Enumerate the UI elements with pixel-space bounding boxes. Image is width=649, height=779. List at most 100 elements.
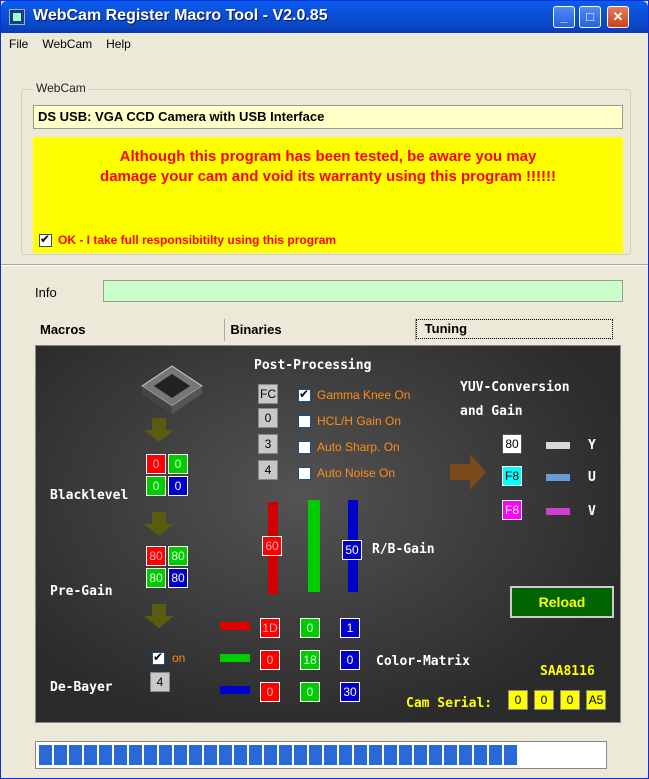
progress-segment bbox=[354, 745, 367, 765]
progress-segment bbox=[114, 745, 127, 765]
blacklevel-b[interactable]: 0 bbox=[168, 476, 188, 496]
tab-macros[interactable]: Macros bbox=[35, 319, 226, 341]
reload-button[interactable]: Reload bbox=[510, 586, 614, 618]
cam-serial-label: Cam Serial: bbox=[406, 696, 493, 711]
progress-segment bbox=[219, 745, 232, 765]
pregain-b[interactable]: 80 bbox=[168, 568, 188, 588]
debayer-on-label: on bbox=[172, 651, 186, 665]
cm-1-2[interactable]: 0 bbox=[340, 650, 360, 670]
arrow-down-icon bbox=[144, 512, 174, 536]
cm-2-2[interactable]: 30 bbox=[340, 682, 360, 702]
minimize-button[interactable]: _ bbox=[553, 6, 575, 28]
warning-panel: Although this program has been tested, b… bbox=[33, 137, 623, 253]
green-gain-slider[interactable] bbox=[308, 500, 320, 592]
yuv-u-value[interactable]: F8 bbox=[502, 466, 522, 486]
hcl-gain-label: HCL/H Gain On bbox=[317, 414, 402, 428]
menu-bar: File WebCam Help bbox=[1, 33, 648, 55]
blacklevel-label: Blacklevel bbox=[50, 488, 129, 503]
cm-1-1[interactable]: 18 bbox=[300, 650, 320, 670]
hcl-gain-option[interactable]: HCL/H Gain On bbox=[298, 414, 401, 428]
title-bar[interactable]: WebCam Register Macro Tool - V2.0.85 _ □… bbox=[1, 1, 648, 33]
progress-segment bbox=[489, 745, 502, 765]
y-legend-bar bbox=[546, 442, 570, 449]
cm-1-0[interactable]: 0 bbox=[260, 650, 280, 670]
maximize-button[interactable]: □ bbox=[579, 6, 601, 28]
pp-value-0[interactable]: FC bbox=[258, 384, 278, 404]
auto-sharp-option[interactable]: Auto Sharp. On bbox=[298, 440, 400, 454]
debayer-value[interactable]: 4 bbox=[150, 672, 170, 692]
progress-segment bbox=[189, 745, 202, 765]
progress-segment bbox=[294, 745, 307, 765]
progress-segment bbox=[234, 745, 247, 765]
progress-segment bbox=[144, 745, 157, 765]
progress-bar bbox=[35, 741, 607, 769]
progress-segment bbox=[84, 745, 97, 765]
tab-strip: Macros Binaries Tuning bbox=[35, 319, 617, 341]
yuv-subtitle: and Gain bbox=[460, 404, 523, 419]
yuv-title: YUV-Conversion bbox=[460, 380, 570, 395]
progress-segment bbox=[414, 745, 427, 765]
cm-red-bar bbox=[220, 622, 250, 630]
app-window: WebCam Register Macro Tool - V2.0.85 _ □… bbox=[0, 0, 649, 779]
close-button[interactable]: ✕ bbox=[607, 6, 629, 28]
gamma-knee-option[interactable]: Gamma Knee On bbox=[298, 387, 410, 402]
cm-0-0[interactable]: 1D bbox=[260, 618, 280, 638]
cm-2-0[interactable]: 0 bbox=[260, 682, 280, 702]
auto-noise-checkbox[interactable] bbox=[298, 466, 311, 480]
pp-value-1[interactable]: 0 bbox=[258, 408, 278, 428]
serial-0[interactable]: 0 bbox=[508, 690, 528, 710]
v-letter: V bbox=[588, 504, 596, 519]
cm-green-bar bbox=[220, 654, 250, 662]
blacklevel-g1[interactable]: 0 bbox=[168, 454, 188, 474]
progress-segment bbox=[309, 745, 322, 765]
menu-help[interactable]: Help bbox=[106, 37, 131, 51]
blue-gain-value[interactable]: 50 bbox=[342, 540, 362, 560]
tab-tuning[interactable]: Tuning bbox=[415, 319, 613, 339]
cm-2-1[interactable]: 0 bbox=[300, 682, 320, 702]
progress-segment bbox=[474, 745, 487, 765]
gamma-knee-checkbox[interactable] bbox=[298, 387, 311, 402]
color-matrix-label: Color-Matrix bbox=[376, 654, 470, 669]
progress-segment bbox=[264, 745, 277, 765]
progress-segment bbox=[504, 745, 517, 765]
sensor-chip-icon bbox=[141, 365, 203, 414]
progress-segment bbox=[444, 745, 457, 765]
cm-blue-bar bbox=[220, 686, 250, 694]
serial-2[interactable]: 0 bbox=[560, 690, 580, 710]
progress-segment bbox=[279, 745, 292, 765]
serial-1[interactable]: 0 bbox=[534, 690, 554, 710]
tuning-panel: 0 0 0 0 Blacklevel 80 80 80 80 Pre-Gain … bbox=[35, 345, 621, 723]
cm-0-2[interactable]: 1 bbox=[340, 618, 360, 638]
arrow-down-icon bbox=[144, 604, 174, 628]
menu-webcam[interactable]: WebCam bbox=[42, 37, 92, 51]
debayer-checkbox[interactable] bbox=[152, 650, 165, 665]
auto-noise-label: Auto Noise On bbox=[317, 466, 396, 480]
arrow-down-icon bbox=[144, 418, 174, 442]
pregain-g2[interactable]: 80 bbox=[146, 568, 166, 588]
pregain-r[interactable]: 80 bbox=[146, 546, 166, 566]
pregain-label: Pre-Gain bbox=[50, 584, 113, 599]
responsibility-row[interactable]: OK - I take full responsibitilty using t… bbox=[39, 232, 337, 247]
blacklevel-g2[interactable]: 0 bbox=[146, 476, 166, 496]
pp-value-2[interactable]: 3 bbox=[258, 434, 278, 454]
responsibility-checkbox[interactable] bbox=[39, 232, 52, 247]
tab-binaries[interactable]: Binaries bbox=[225, 319, 416, 341]
menu-file[interactable]: File bbox=[9, 37, 28, 51]
info-field bbox=[103, 280, 623, 302]
auto-noise-option[interactable]: Auto Noise On bbox=[298, 466, 395, 480]
red-gain-value[interactable]: 60 bbox=[262, 536, 282, 556]
yuv-v-value[interactable]: F8 bbox=[502, 500, 522, 520]
responsibility-label: OK - I take full responsibitilty using t… bbox=[58, 233, 337, 247]
cm-0-1[interactable]: 0 bbox=[300, 618, 320, 638]
serial-3[interactable]: A5 bbox=[586, 690, 606, 710]
pregain-g1[interactable]: 80 bbox=[168, 546, 188, 566]
progress-segment bbox=[399, 745, 412, 765]
pp-value-3[interactable]: 4 bbox=[258, 460, 278, 480]
blacklevel-r[interactable]: 0 bbox=[146, 454, 166, 474]
hcl-gain-checkbox[interactable] bbox=[298, 414, 311, 428]
auto-sharp-checkbox[interactable] bbox=[298, 440, 311, 454]
yuv-y-value[interactable]: 80 bbox=[502, 434, 522, 454]
webcam-group-label: WebCam bbox=[33, 81, 89, 95]
u-legend-bar bbox=[546, 474, 570, 481]
progress-segment bbox=[54, 745, 67, 765]
